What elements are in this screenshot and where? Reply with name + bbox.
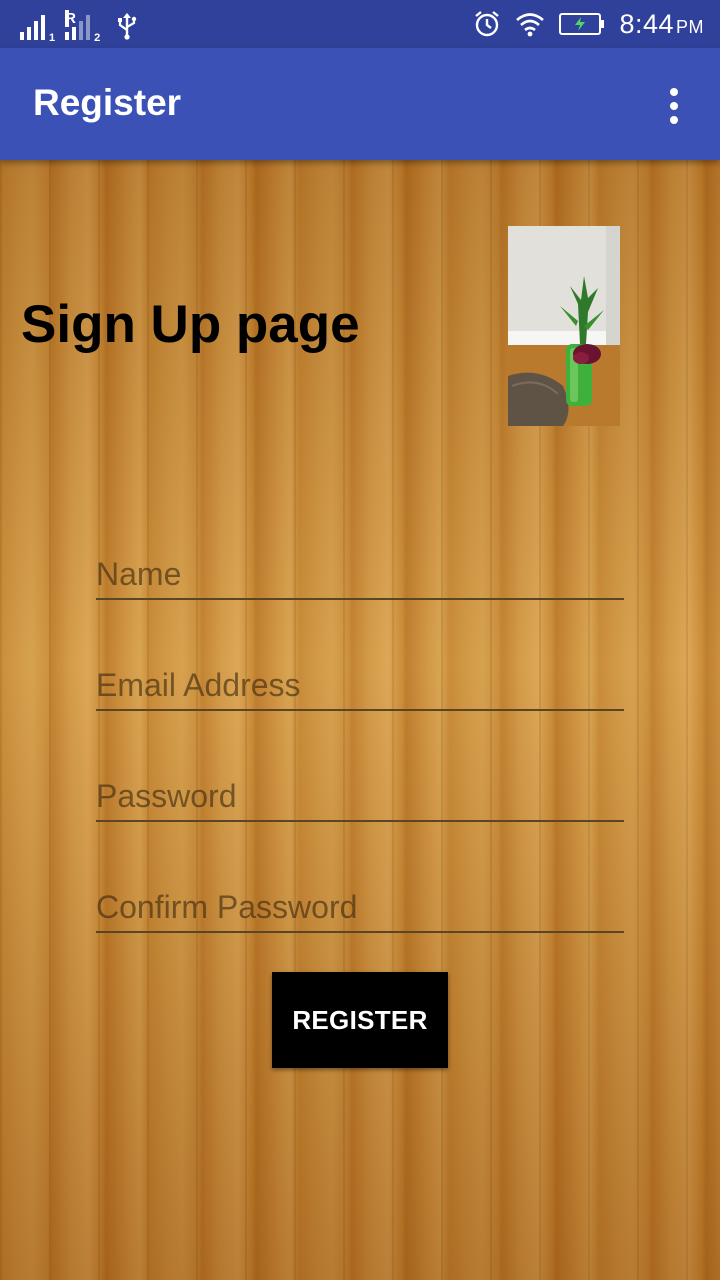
status-left-icons: 1 R 2 xyxy=(20,8,138,44)
plant-photo xyxy=(508,226,620,426)
alarm-icon xyxy=(475,11,500,37)
password-field[interactable] xyxy=(96,772,624,822)
status-time: 8:44 PM xyxy=(619,9,704,40)
confirm-password-field[interactable] xyxy=(96,883,624,933)
app-bar-title: Register xyxy=(33,82,182,123)
more-vert-icon[interactable] xyxy=(658,86,690,126)
app-bar: Register xyxy=(0,48,720,160)
status-bar: 1 R 2 8:44 PM xyxy=(0,0,720,48)
page-heading: Sign Up page xyxy=(21,295,360,354)
wifi-icon xyxy=(516,13,545,37)
sim2-index: 2 xyxy=(94,32,101,44)
sim1-index: 1 xyxy=(49,32,56,44)
roaming-indicator: R xyxy=(65,10,76,27)
time-value: 8:44 xyxy=(619,8,674,39)
signal-sim1-icon xyxy=(20,14,45,40)
status-right-icons: 8:44 PM xyxy=(473,6,704,42)
signal-sim2-icon: R xyxy=(65,10,91,40)
plant-photo-image xyxy=(508,226,620,426)
battery-charging-icon xyxy=(559,13,605,35)
name-field[interactable] xyxy=(96,550,624,600)
email-field[interactable] xyxy=(96,661,624,711)
register-screen: 1 R 2 8:44 PM Register Sign Up page Name… xyxy=(0,0,720,1280)
time-ampm: PM xyxy=(676,16,704,37)
usb-icon xyxy=(118,13,137,40)
register-button[interactable]: REGISTER xyxy=(272,972,448,1068)
